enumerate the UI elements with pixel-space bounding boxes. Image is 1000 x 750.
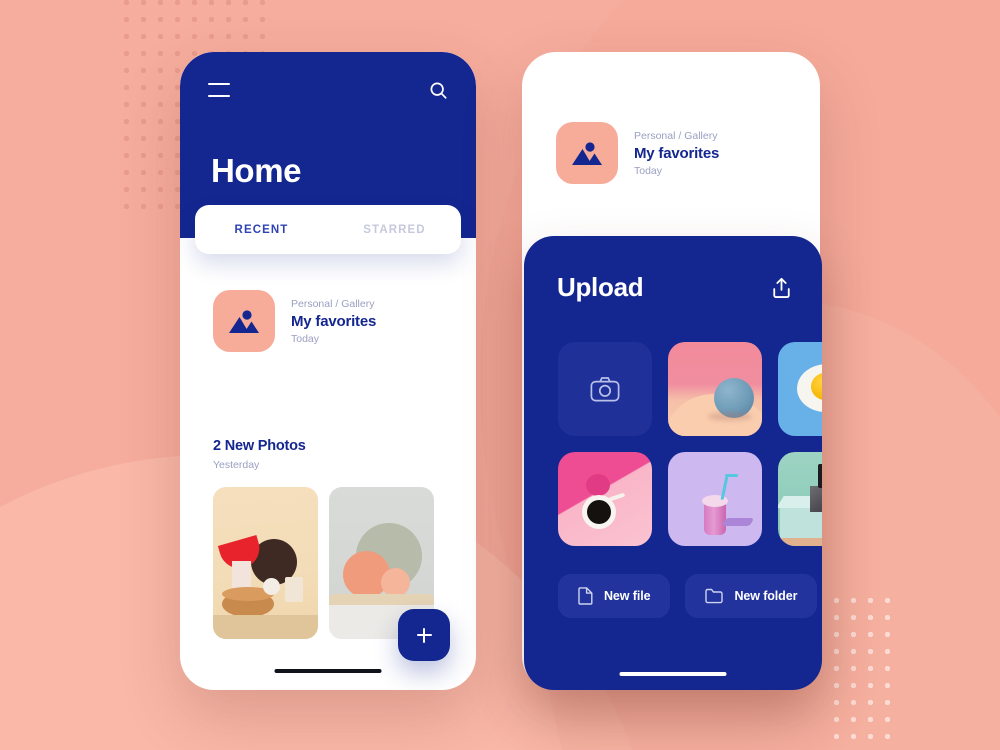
file-list-item[interactable]: Personal / Gallery My favorites Today bbox=[213, 290, 376, 352]
home-topbar bbox=[180, 52, 476, 128]
new-folder-label: New folder bbox=[734, 589, 798, 603]
section-subtitle: Yesterday bbox=[213, 459, 260, 471]
upload-panel: Upload New file New folder bbox=[524, 236, 822, 690]
upload-title: Upload bbox=[557, 272, 644, 302]
tile-nail-polish[interactable] bbox=[778, 452, 822, 546]
add-button[interactable] bbox=[398, 609, 450, 661]
tab-bar: RECENT STARRED bbox=[195, 205, 461, 254]
upload-header: Upload bbox=[557, 272, 792, 303]
file-list-item[interactable]: Personal / Gallery My favorites Today bbox=[556, 122, 719, 184]
new-folder-button[interactable]: New folder bbox=[685, 574, 818, 618]
section-title: 2 New Photos bbox=[213, 438, 306, 454]
photo-thumbnail[interactable] bbox=[213, 487, 318, 639]
tile-coffee-cup[interactable] bbox=[558, 452, 652, 546]
page-title: Home bbox=[211, 152, 302, 189]
tab-recent[interactable]: RECENT bbox=[195, 224, 328, 236]
dot-pattern-bottom-right bbox=[828, 592, 898, 750]
home-indicator bbox=[274, 669, 382, 673]
file-icon bbox=[578, 587, 593, 605]
file-path: Personal / Gallery bbox=[291, 297, 375, 310]
file-meta: Personal / Gallery My favorites Today bbox=[634, 130, 719, 177]
tile-fried-egg[interactable] bbox=[778, 342, 822, 436]
image-icon bbox=[556, 122, 618, 184]
upload-share-icon[interactable] bbox=[771, 277, 792, 299]
file-meta: Personal / Gallery My favorites Today bbox=[291, 298, 376, 345]
new-file-label: New file bbox=[604, 589, 651, 603]
tab-starred[interactable]: STARRED bbox=[328, 224, 461, 236]
file-timestamp: Today bbox=[291, 332, 320, 345]
new-file-button[interactable]: New file bbox=[558, 574, 671, 618]
app-mockup-scene: Home RECENT STARRED Personal / Gallery M… bbox=[0, 0, 1000, 750]
tile-milkshake[interactable] bbox=[668, 452, 762, 546]
file-title: My favorites bbox=[291, 312, 377, 330]
tile-camera[interactable] bbox=[558, 342, 652, 436]
folder-icon bbox=[705, 588, 724, 604]
file-path: Personal / Gallery bbox=[634, 129, 718, 142]
search-icon[interactable] bbox=[429, 81, 448, 100]
file-timestamp: Today bbox=[634, 164, 663, 177]
file-title: My favorites bbox=[634, 144, 720, 162]
camera-icon bbox=[590, 377, 620, 402]
upload-tile-grid bbox=[558, 342, 822, 546]
hamburger-icon[interactable] bbox=[208, 83, 230, 97]
left-phone-screen: Home RECENT STARRED Personal / Gallery M… bbox=[180, 52, 476, 690]
home-indicator bbox=[619, 672, 727, 676]
image-icon bbox=[213, 290, 275, 352]
upload-action-buttons: New file New folder bbox=[558, 574, 818, 618]
tile-blue-sphere[interactable] bbox=[668, 342, 762, 436]
